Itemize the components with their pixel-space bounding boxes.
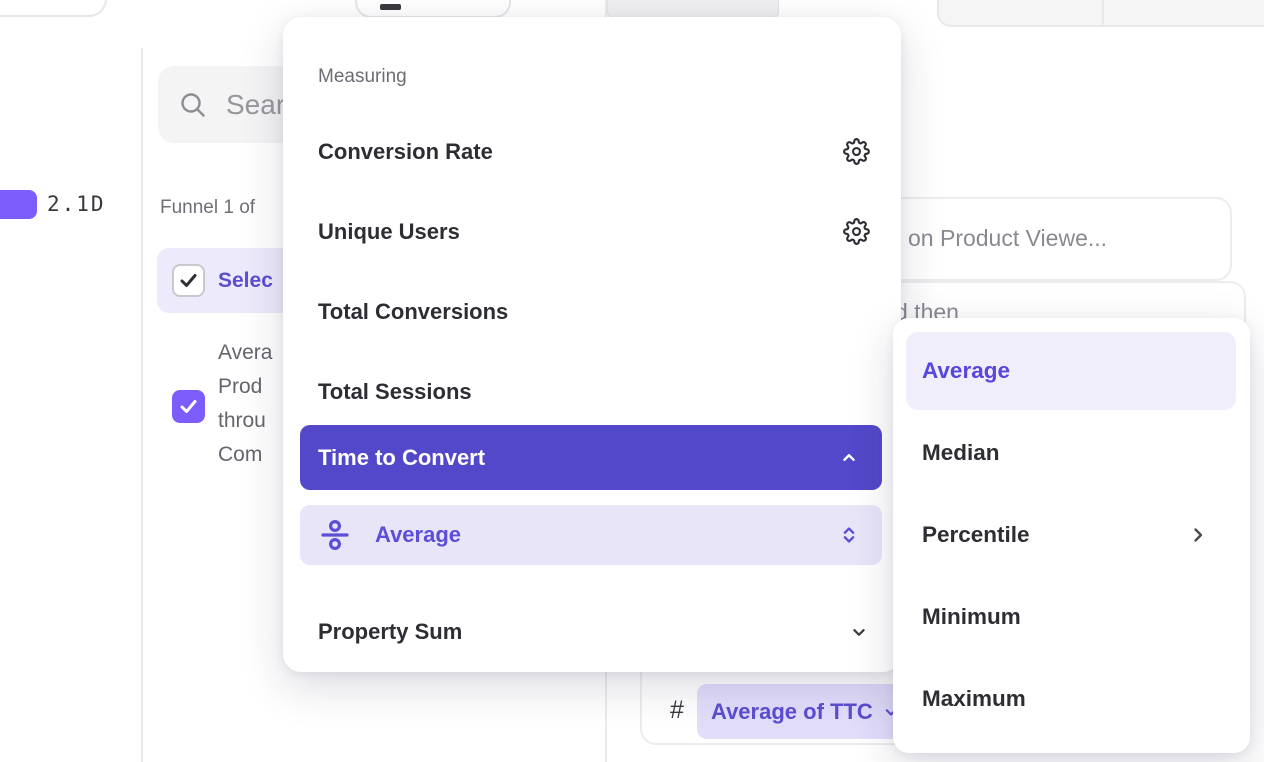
measuring-menu: Measuring Conversion Rate Unique Users T… [283, 17, 901, 672]
submenu-item-label: Percentile [922, 522, 1030, 548]
app-canvas: 2.1D Sear Funnel 1 of Selec Avera Prod t… [0, 0, 1264, 762]
menu-item-total-sessions[interactable]: Total Sessions [318, 359, 870, 424]
menu-item-label: Unique Users [318, 219, 460, 245]
menu-item-label: Property Sum [318, 619, 462, 645]
step-description-line: Avera [218, 336, 272, 370]
search-placeholder: Sear [226, 89, 285, 121]
hash-symbol: # [670, 696, 684, 725]
submenu-item-average[interactable]: Average [922, 339, 1210, 403]
menu-item-label: Conversion Rate [318, 139, 493, 165]
top-right-segmented-control[interactable] [937, 0, 1264, 27]
divide-icon [318, 518, 352, 552]
menu-item-property-sum[interactable]: Property Sum [318, 599, 870, 664]
chart-type-button[interactable] [355, 0, 511, 18]
submenu-item-minimum[interactable]: Minimum [922, 585, 1210, 649]
menu-item-label: Total Conversions [318, 299, 508, 325]
submenu-item-maximum[interactable]: Maximum [922, 667, 1210, 731]
checkmark-icon [178, 396, 199, 417]
conversion-window-label: 2.1D [47, 192, 106, 216]
menu-item-unique-users[interactable]: Unique Users [318, 199, 870, 264]
toolbar-segment[interactable] [607, 0, 779, 18]
menu-item-conversion-rate[interactable]: Conversion Rate [318, 119, 870, 184]
step-description-line: throu [218, 404, 272, 438]
segment-divider [1102, 0, 1104, 25]
submenu-item-label: Maximum [922, 686, 1026, 712]
select-all-checkbox[interactable] [172, 264, 205, 297]
step-description-line: Com [218, 438, 272, 472]
submenu-item-label: Minimum [922, 604, 1021, 630]
submenu-item-percentile[interactable]: Percentile [922, 503, 1210, 567]
chevron-up-icon [838, 447, 860, 469]
aggregation-selected-label: Average [375, 522, 838, 548]
step-description: Avera Prod throu Com [218, 336, 272, 472]
gear-icon[interactable] [843, 218, 870, 245]
submenu-item-label: Average [922, 358, 1010, 384]
event-step-label: on Product Viewe... [908, 225, 1107, 252]
gear-icon[interactable] [843, 138, 870, 165]
chevron-down-icon [848, 621, 870, 643]
step-description-line: Prod [218, 370, 272, 404]
search-icon [178, 90, 208, 120]
submenu-item-label: Median [922, 440, 1000, 466]
menu-item-label: Total Sessions [318, 379, 472, 405]
left-pane-divider [141, 48, 143, 762]
funnel-section-label: Funnel 1 of [160, 197, 255, 219]
menu-item-total-conversions[interactable]: Total Conversions [318, 279, 870, 344]
menu-item-time-to-convert[interactable]: Time to Convert [300, 425, 882, 490]
menu-item-label: Time to Convert [318, 445, 485, 471]
checkmark-icon [178, 270, 199, 291]
submenu-item-median[interactable]: Median [922, 421, 1210, 485]
average-of-ttc-label: Average of TTC [711, 699, 873, 725]
select-all-label: Selec [218, 269, 273, 293]
measuring-menu-header: Measuring [318, 66, 407, 88]
step-checkbox[interactable] [172, 390, 205, 423]
average-of-ttc-dropdown[interactable]: Average of TTC [697, 684, 909, 739]
funnel-color-badge[interactable] [0, 190, 37, 219]
aggregation-submenu: Average Median Percentile Minimum Maximu… [893, 318, 1250, 753]
menu-item-aggregation-average[interactable]: Average [300, 505, 882, 565]
chevron-right-icon [1186, 523, 1210, 547]
chart-icon [380, 4, 401, 10]
top-left-card-corner [0, 0, 107, 17]
unfold-icon [838, 524, 860, 546]
